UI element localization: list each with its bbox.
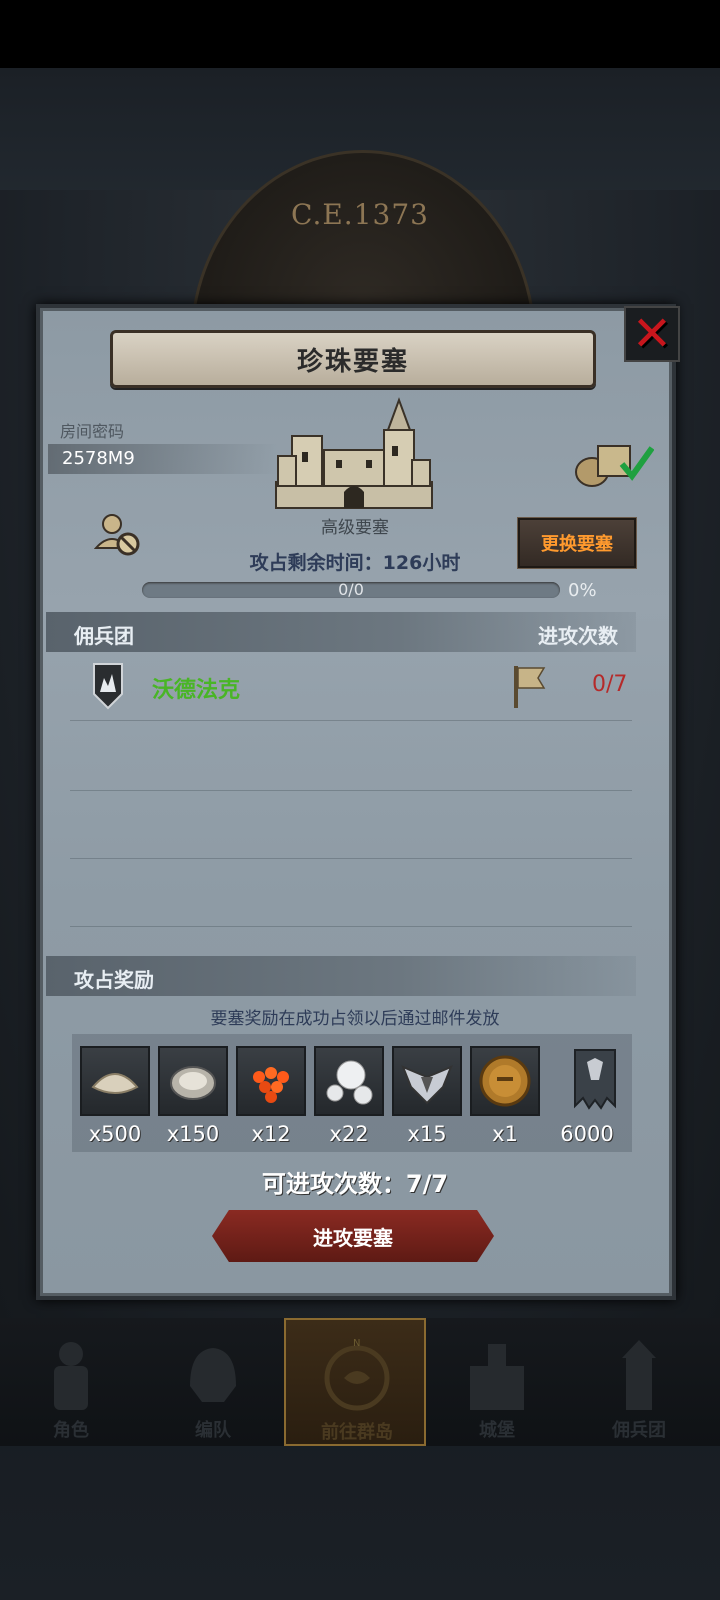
oyster-icon — [170, 1066, 216, 1100]
rewards-section-label: 攻占奖励 — [74, 968, 154, 992]
nav-tab-islands[interactable]: N 前往群岛 — [284, 1318, 426, 1446]
attack-fortress-label: 进攻要塞 — [313, 1225, 393, 1250]
progress-count: 0/0 — [338, 580, 364, 599]
castle-icon — [470, 1344, 524, 1410]
row-divider — [70, 858, 632, 859]
compass-map-icon: N — [324, 1338, 390, 1411]
dialog-title: 珍珠要塞 — [296, 346, 409, 377]
close-icon: ✕ — [631, 306, 673, 362]
mercenary-attack-count: 0/7 — [592, 672, 628, 697]
nav-tab-formation[interactable]: 编队 — [142, 1318, 284, 1446]
status-bar-area — [0, 0, 720, 68]
reward-qty: x1 — [492, 1122, 518, 1146]
reward-item[interactable] — [80, 1046, 150, 1116]
nav-label: 编队 — [195, 1420, 231, 1441]
attack-count-column-label: 进攻次数 — [538, 624, 618, 648]
reward-item[interactable] — [236, 1046, 306, 1116]
reward-item[interactable] — [314, 1046, 384, 1116]
fortress-level: 高级要塞 — [321, 518, 389, 538]
helmet-icon — [190, 1348, 236, 1402]
mercenary-column-label: 佣兵团 — [74, 624, 134, 648]
progress-percent: 0% — [568, 580, 597, 601]
reward-qty: x22 — [329, 1122, 369, 1146]
room-code-value: 2578M9 — [62, 448, 135, 469]
reward-item[interactable] — [560, 1046, 630, 1116]
reward-qty: 6000 — [560, 1122, 614, 1146]
reward-item[interactable] — [158, 1046, 228, 1116]
tower-icon — [622, 1340, 656, 1410]
nav-label: 角色 — [53, 1420, 89, 1441]
occupation-time-remaining: 攻占剩余时间：126小时 — [249, 552, 461, 574]
row-divider — [70, 720, 632, 721]
era-label: C.E.1373 — [291, 198, 429, 231]
reward-qty: x500 — [88, 1122, 142, 1146]
change-fortress-label: 更换要塞 — [541, 534, 613, 555]
winged-emblem-icon — [401, 1065, 453, 1105]
attack-fortress-button[interactable]: 进攻要塞 — [212, 1210, 494, 1262]
fortress-icon — [275, 397, 433, 509]
knight-icon — [54, 1342, 88, 1410]
guild-shield-icon — [93, 663, 123, 710]
room-code-label: 房间密码 — [60, 422, 125, 441]
remaining-attempts: 可进攻次数：7/7 — [261, 1170, 449, 1198]
row-divider — [70, 790, 632, 791]
supplies-check-icon[interactable] — [572, 438, 654, 488]
fish-roe-icon — [253, 1067, 289, 1103]
close-button[interactable]: ✕ — [624, 306, 680, 362]
row-divider — [70, 926, 632, 927]
reward-item[interactable] — [470, 1046, 540, 1116]
reward-qty: x12 — [251, 1122, 291, 1146]
user-ban-icon[interactable] — [94, 510, 142, 558]
knight-coin-icon — [479, 1055, 531, 1107]
reward-qty: x15 — [407, 1122, 447, 1146]
svg-text:N: N — [353, 1338, 360, 1349]
flag-icon — [514, 666, 546, 708]
rewards-note: 要塞奖励在成功占领以后通过邮件发放 — [210, 1009, 500, 1029]
flour-sack-icon — [91, 1073, 139, 1094]
nav-tab-mercenary[interactable]: 佣兵团 — [568, 1318, 710, 1446]
mercenary-name[interactable]: 沃德法克 — [152, 672, 240, 704]
dialog-title-banner: 珍珠要塞 — [110, 330, 596, 388]
nav-label: 城堡 — [479, 1420, 515, 1441]
nav-label: 前往群岛 — [321, 1422, 393, 1443]
pearl-icon — [326, 1060, 373, 1105]
nav-label: 佣兵团 — [612, 1420, 666, 1441]
change-fortress-button[interactable]: 更换要塞 — [518, 518, 636, 568]
guild-banner-icon — [574, 1049, 616, 1110]
nav-tab-castle[interactable]: 城堡 — [426, 1318, 568, 1446]
reward-item[interactable] — [392, 1046, 462, 1116]
nav-tab-character[interactable]: 角色 — [0, 1318, 142, 1446]
reward-qty: x150 — [166, 1122, 220, 1146]
